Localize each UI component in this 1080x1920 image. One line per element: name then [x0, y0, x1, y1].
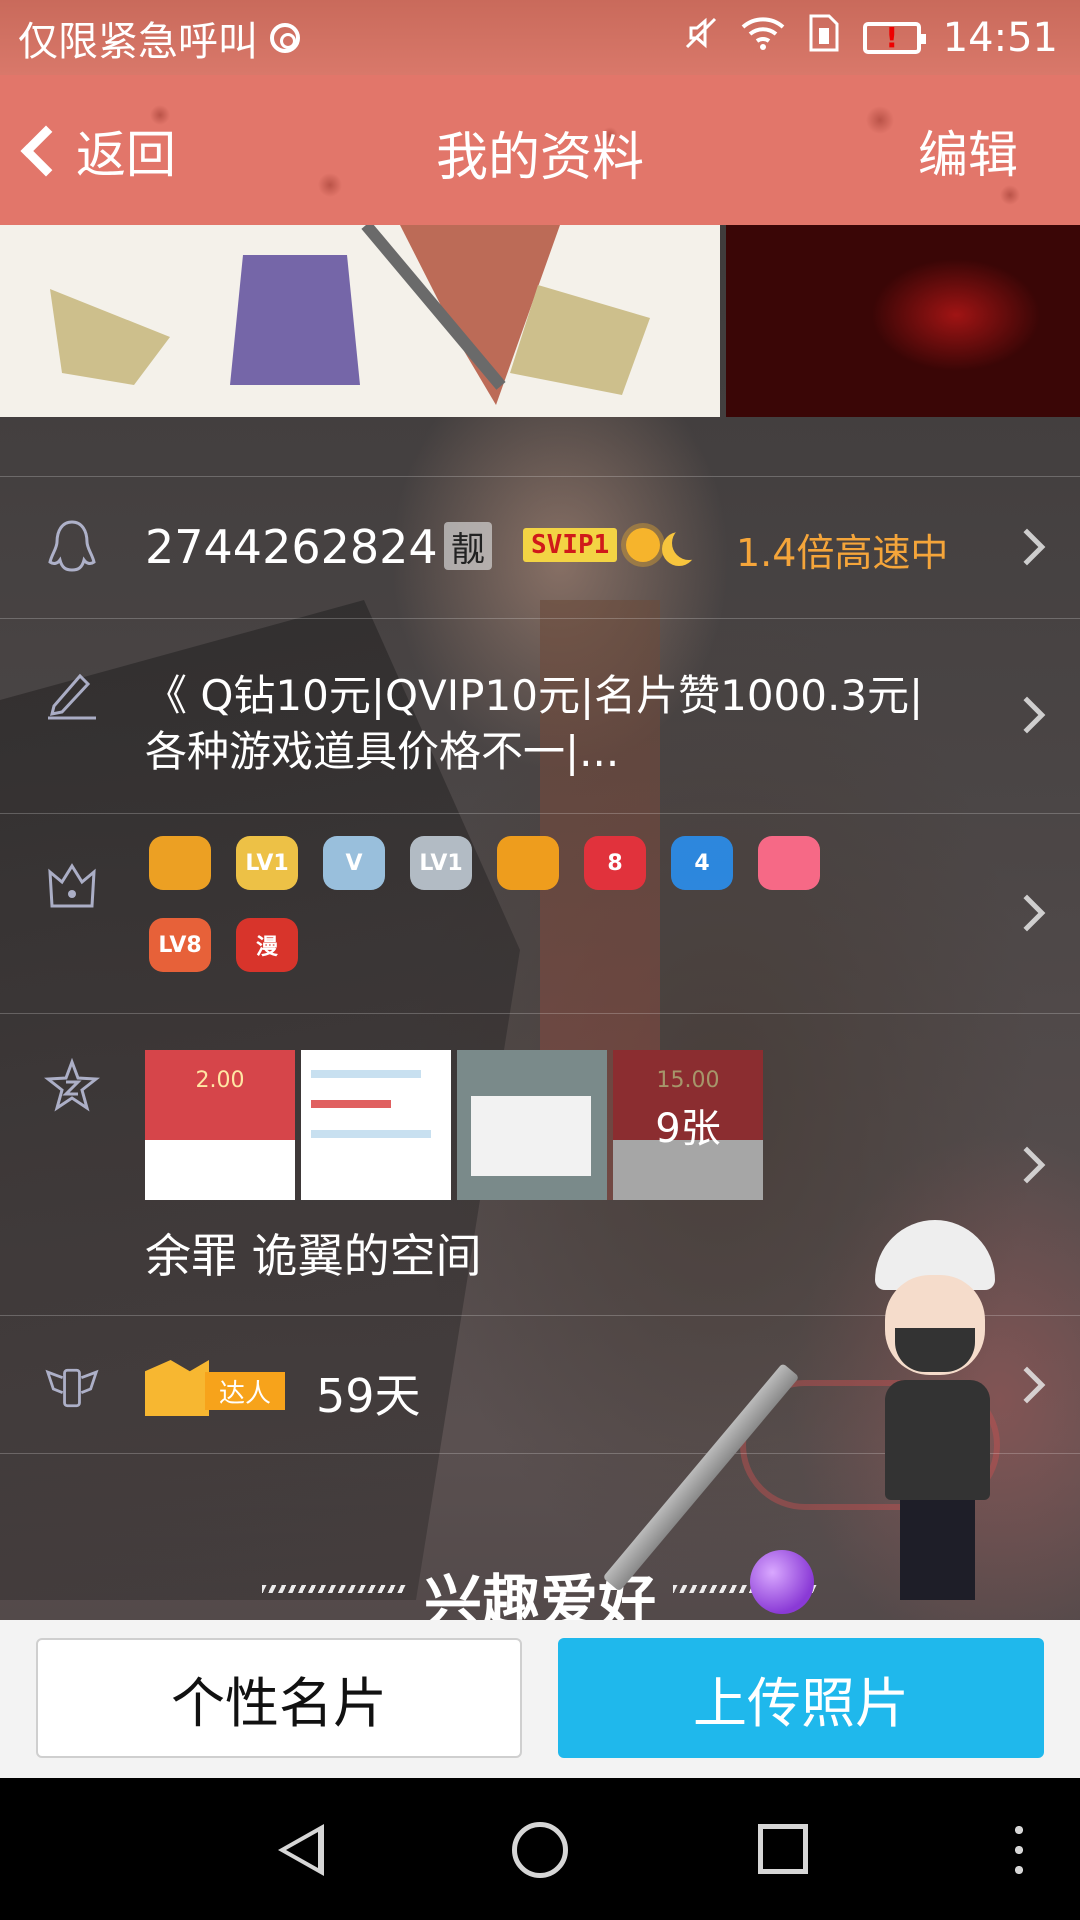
mask-shape — [895, 1328, 975, 1372]
qq-penguin-medal[interactable] — [145, 832, 215, 894]
clock: 14:51 — [942, 14, 1058, 61]
battery-icon: ! — [862, 21, 926, 54]
photo-hat-shape — [50, 289, 170, 385]
thumb-line — [311, 1130, 431, 1138]
album-count: 9张 — [655, 1106, 721, 1152]
mute-icon — [683, 15, 719, 61]
qq-penguin-medal-shape — [149, 836, 211, 890]
ruby-8-medal[interactable]: 8 — [580, 832, 650, 894]
svip-badge: SVIP1 — [523, 528, 618, 562]
legs-shape — [900, 1500, 975, 1600]
sim-icon — [807, 14, 841, 62]
thumb-dialog — [471, 1096, 591, 1176]
album-thumb-3[interactable] — [457, 1050, 607, 1200]
nav-home-icon[interactable] — [512, 1822, 568, 1878]
book-medal-shape — [497, 836, 559, 890]
flash-lv8-medal[interactable]: LV8 — [145, 914, 215, 976]
star-4-medal-label: 4 — [694, 850, 710, 876]
cloud-v-medal[interactable]: V — [319, 832, 389, 894]
avatar-character[interactable] — [602, 1220, 1060, 1620]
silver-lv1-medal[interactable]: LV1 — [406, 832, 476, 894]
nav-back-icon[interactable] — [278, 1824, 324, 1876]
speed-status: 1.4倍高速中 — [736, 531, 949, 575]
star-4-medal[interactable]: 4 — [667, 832, 737, 894]
expert-tag: 达人 — [205, 1372, 285, 1410]
nav-more-icon[interactable] — [1015, 1826, 1023, 1874]
manga-medal-label: 漫 — [255, 935, 278, 960]
nav-recent-icon[interactable] — [758, 1824, 808, 1874]
thumb-line — [311, 1070, 421, 1078]
divider — [0, 618, 1080, 619]
ruby-8-medal-label: 8 — [607, 850, 623, 876]
carrier-text: 仅限紧急呼叫 — [18, 18, 258, 65]
pink-gem-medal-shape — [758, 836, 820, 890]
personal-card-button[interactable]: 个性名片 — [36, 1638, 522, 1758]
profile-photo-red[interactable] — [726, 225, 1080, 417]
active-days: 59天 — [316, 1369, 421, 1423]
crown-icon — [44, 858, 100, 914]
manga-medal[interactable]: 漫 — [232, 914, 302, 976]
album-thumb-1[interactable]: 2.00 — [145, 1050, 295, 1200]
edit-button[interactable]: 编辑 — [918, 115, 1018, 187]
thumb-amount: 2.00 — [195, 1068, 245, 1093]
body-shape — [885, 1380, 990, 1500]
star-z-icon — [44, 1058, 100, 1114]
album-thumb-4[interactable]: 15.00 9张 — [613, 1050, 763, 1200]
profile-photo-anime[interactable] — [0, 225, 720, 417]
thumb-red-band — [145, 1050, 295, 1140]
flash-lv8-medal-label: LV8 — [158, 932, 202, 958]
divider — [0, 1013, 1080, 1014]
photo-strip — [0, 225, 1080, 417]
system-nav-bar — [0, 1778, 1080, 1920]
divider — [0, 813, 1080, 814]
upload-photo-button[interactable]: 上传照片 — [558, 1638, 1044, 1758]
expert-badge: 达人 — [145, 1360, 285, 1416]
battery-alert: ! — [885, 21, 899, 54]
bottom-action-bar: 个性名片 上传照片 — [0, 1620, 1080, 1778]
signature-text: 《 Q钻10元|QVIP10元|名片赞1000.3元|各种游戏道具价格不一|..… — [145, 671, 924, 776]
title-bar: 返回 我的资料 编辑 — [0, 75, 1080, 225]
winged-phone-icon — [44, 1360, 100, 1416]
qq-number: 2744262824 — [145, 520, 438, 574]
diamond-lv1-medal[interactable]: LV1 — [232, 832, 302, 894]
liang-badge: 靓 — [444, 522, 492, 570]
photo-legs-shape — [230, 255, 360, 385]
status-bar: 仅限紧急呼叫 ! 14:51 — [0, 0, 1080, 75]
pink-gem-medal[interactable] — [754, 832, 824, 894]
location-ring-icon — [270, 22, 300, 53]
diamond-lv1-medal-label: LV1 — [245, 850, 289, 876]
wing-icon — [145, 1360, 209, 1416]
cloud-v-medal-label: V — [345, 850, 363, 876]
album-thumb-2[interactable] — [301, 1050, 451, 1200]
space-name: 余罪 诡翼的空间 — [145, 1229, 482, 1283]
moon-icon — [672, 526, 706, 560]
purple-orb-icon — [750, 1550, 814, 1614]
book-medal[interactable] — [493, 832, 563, 894]
pencil-icon — [44, 666, 100, 722]
divider — [0, 476, 1080, 477]
wifi-icon — [741, 15, 785, 61]
sun-icon — [626, 528, 660, 562]
penguin-icon — [44, 518, 100, 574]
silver-lv1-medal-label: LV1 — [419, 850, 463, 876]
thumb-line — [311, 1100, 391, 1108]
